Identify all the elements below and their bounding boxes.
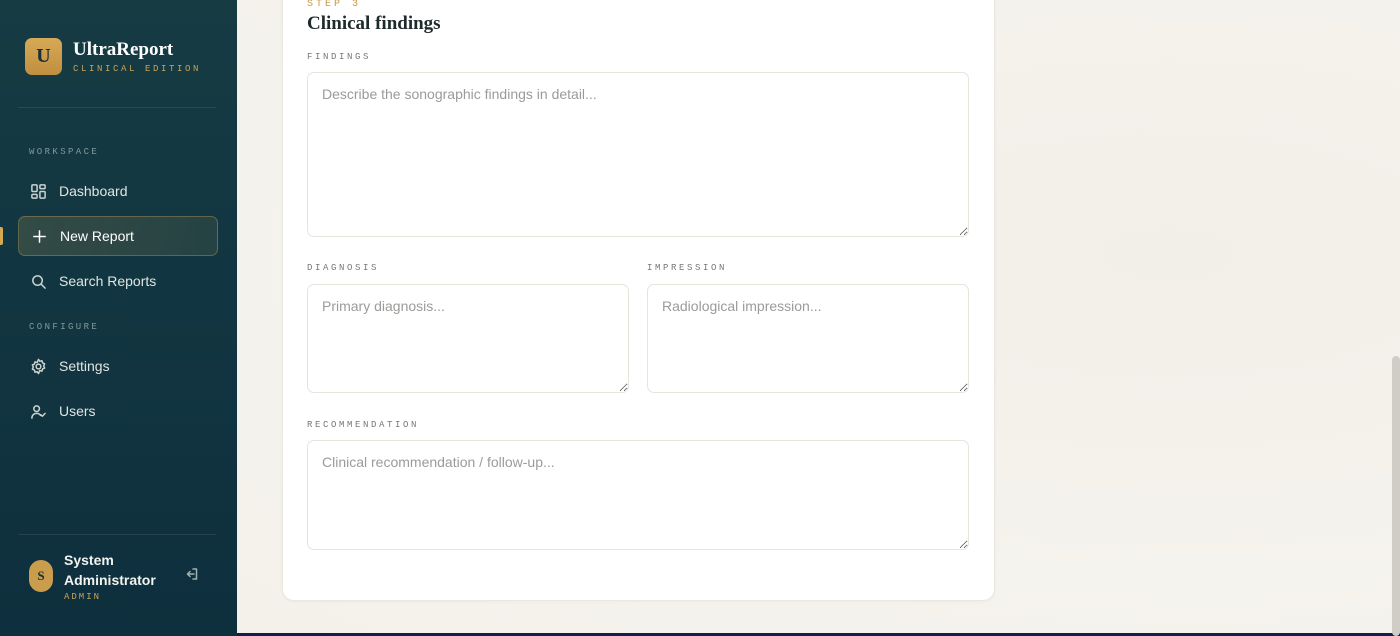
sidebar-item-settings[interactable]: Settings xyxy=(18,346,218,386)
step-label: STEP 3 xyxy=(307,0,362,10)
sidebar-item-label: Search Reports xyxy=(59,273,157,289)
dashboard-icon xyxy=(31,183,46,199)
logout-icon[interactable] xyxy=(185,567,199,581)
sidebar-item-label: New Report xyxy=(60,228,134,244)
sidebar-divider xyxy=(18,107,216,108)
diagnosis-textarea[interactable] xyxy=(307,284,629,393)
sidebar-item-search-reports[interactable]: Search Reports xyxy=(18,261,218,301)
brand-text: UltraReport CLINICAL EDITION xyxy=(73,39,201,74)
diagnosis-label: DIAGNOSIS xyxy=(307,263,380,273)
active-marker xyxy=(0,227,3,245)
user-profile: S System Administrator ADMIN xyxy=(29,550,209,602)
sidebar-item-label: Settings xyxy=(59,358,110,374)
avatar: S xyxy=(29,560,53,592)
sidebar: U UltraReport CLINICAL EDITION WORKSPACE… xyxy=(0,0,237,636)
page-scrollbar[interactable] xyxy=(1392,356,1400,636)
gear-icon xyxy=(31,358,46,374)
findings-textarea[interactable] xyxy=(307,72,969,237)
user-text: System Administrator ADMIN xyxy=(64,550,164,602)
section-label-configure: CONFIGURE xyxy=(29,322,100,332)
sidebar-item-label: Users xyxy=(59,403,96,419)
impression-label: IMPRESSION xyxy=(647,263,728,273)
brand[interactable]: U UltraReport CLINICAL EDITION xyxy=(25,38,201,75)
search-icon xyxy=(32,274,46,289)
sidebar-item-dashboard[interactable]: Dashboard xyxy=(18,171,218,211)
section-title: Clinical findings xyxy=(307,13,441,34)
findings-label: FINDINGS xyxy=(307,52,372,62)
sidebar-divider xyxy=(18,534,216,535)
user-role: ADMIN xyxy=(64,592,102,602)
impression-textarea[interactable] xyxy=(647,284,969,393)
section-label-workspace: WORKSPACE xyxy=(29,147,100,157)
user-name: System Administrator xyxy=(64,552,156,588)
plus-icon xyxy=(33,229,46,243)
brand-logo: U xyxy=(25,38,62,75)
recommendation-textarea[interactable] xyxy=(307,440,969,550)
sidebar-item-label: Dashboard xyxy=(59,183,128,199)
brand-subtitle: CLINICAL EDITION xyxy=(73,64,202,74)
user-check-icon xyxy=(31,404,46,419)
sidebar-item-users[interactable]: Users xyxy=(18,391,218,431)
sidebar-item-new-report[interactable]: New Report xyxy=(18,216,218,256)
brand-title: UltraReport xyxy=(73,39,174,60)
recommendation-label: RECOMMENDATION xyxy=(307,420,420,430)
